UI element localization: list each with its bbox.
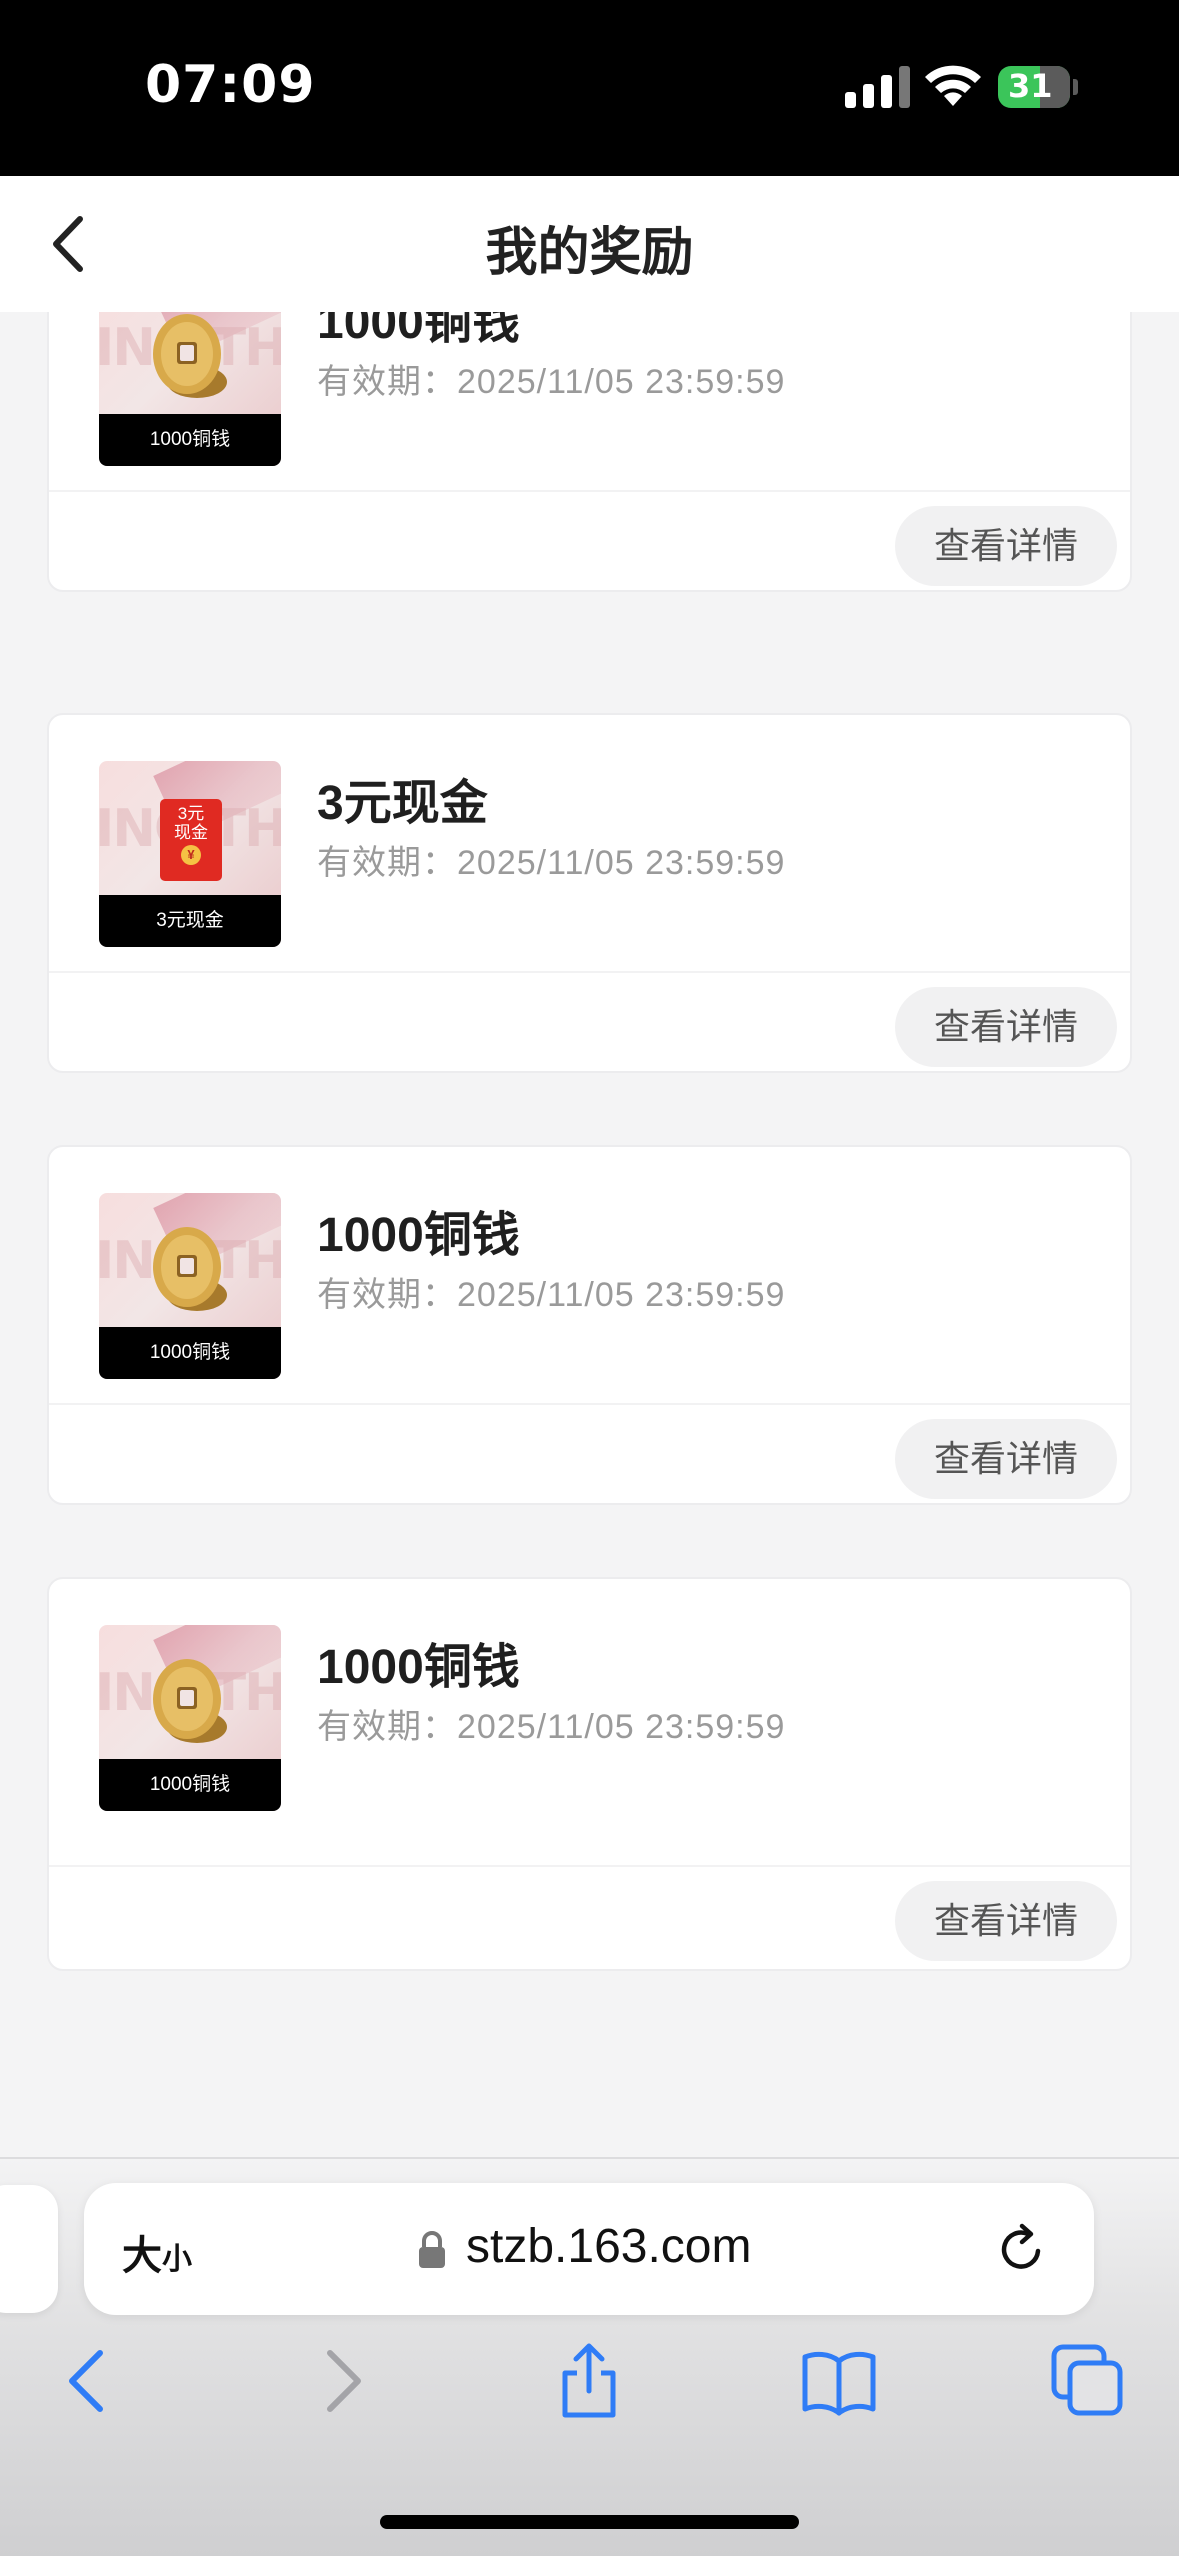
reward-expiry: 有效期：2025/11/05 23:59:59 (317, 1276, 786, 1314)
thumbnail-label: 1000铜钱 (99, 414, 281, 466)
previous-tab-peek[interactable] (0, 2185, 58, 2313)
lock-icon (419, 2231, 445, 2268)
status-time: 07:09 (145, 55, 316, 115)
battery-icon: 31 (998, 66, 1070, 108)
cellular-signal-icon (845, 66, 910, 108)
reward-expiry: 有效期：2025/11/05 23:59:59 (317, 363, 786, 401)
view-details-button[interactable]: 查看详情 (895, 1419, 1117, 1499)
reward-card: ING TH 1000铜钱 1000铜钱 有效期：2025/11/05 23:5… (47, 312, 1132, 592)
back-arrow-icon[interactable] (50, 2343, 126, 2419)
text-size-button[interactable]: 大小 (122, 2223, 192, 2281)
copper-coin-icon (153, 1227, 227, 1311)
reward-card: ING TH 1000铜钱 1000铜钱 有效期：2025/11/05 23:5… (47, 1145, 1132, 1505)
copper-coin-icon (153, 1659, 227, 1743)
home-indicator (380, 2515, 799, 2529)
reward-expiry: 有效期：2025/11/05 23:59:59 (317, 844, 786, 882)
reward-name: 1000铜钱 (317, 1209, 520, 1262)
thumbnail-label: 1000铜钱 (99, 1327, 281, 1379)
view-details-button[interactable]: 查看详情 (895, 1881, 1117, 1961)
reward-name: 1000铜钱 (317, 312, 520, 349)
red-envelope-icon: 3元 现金 ¥ (160, 799, 222, 881)
url-text: stzb.163.com (466, 2220, 752, 2273)
browser-toolbar: 大小 stzb.163.com (0, 2157, 1179, 2556)
forward-arrow-icon[interactable] (304, 2343, 380, 2419)
thumbnail-label: 1000铜钱 (99, 1759, 281, 1811)
thumbnail-label: 3元现金 (99, 895, 281, 947)
wifi-icon (925, 65, 981, 106)
bookmarks-icon[interactable] (801, 2343, 877, 2419)
copper-coin-icon (153, 314, 227, 398)
reload-icon[interactable] (994, 2221, 1050, 2277)
reward-thumbnail: ING TH 1000铜钱 (99, 1625, 281, 1811)
reward-thumbnail: ING TH 3元 现金 ¥ 3元现金 (99, 761, 281, 947)
page-title: 我的奖励 (485, 224, 694, 282)
reward-expiry: 有效期：2025/11/05 23:59:59 (317, 1708, 786, 1746)
view-details-button[interactable]: 查看详情 (895, 987, 1117, 1067)
share-icon[interactable] (551, 2343, 627, 2419)
reward-thumbnail: ING TH 1000铜钱 (99, 1193, 281, 1379)
reward-list: ING TH 1000铜钱 1000铜钱 有效期：2025/11/05 23:5… (0, 312, 1179, 2157)
nav-header: 我的奖励 (0, 176, 1179, 312)
reward-card: ING TH 1000铜钱 1000铜钱 有效期：2025/11/05 23:5… (47, 1577, 1132, 1971)
view-details-button[interactable]: 查看详情 (895, 506, 1117, 586)
reward-card: ING TH 3元 现金 ¥ 3元现金 3元现金 有效期：2025/11/05 … (47, 713, 1132, 1073)
reward-thumbnail: ING TH 1000铜钱 (99, 312, 281, 466)
reward-name: 1000铜钱 (317, 1641, 520, 1694)
battery-level: 31 (1008, 67, 1053, 105)
tabs-icon[interactable] (1050, 2343, 1126, 2419)
reward-name: 3元现金 (317, 777, 488, 830)
status-bar: 07:09 31 (0, 0, 1179, 176)
address-bar[interactable]: 大小 stzb.163.com (84, 2183, 1094, 2315)
